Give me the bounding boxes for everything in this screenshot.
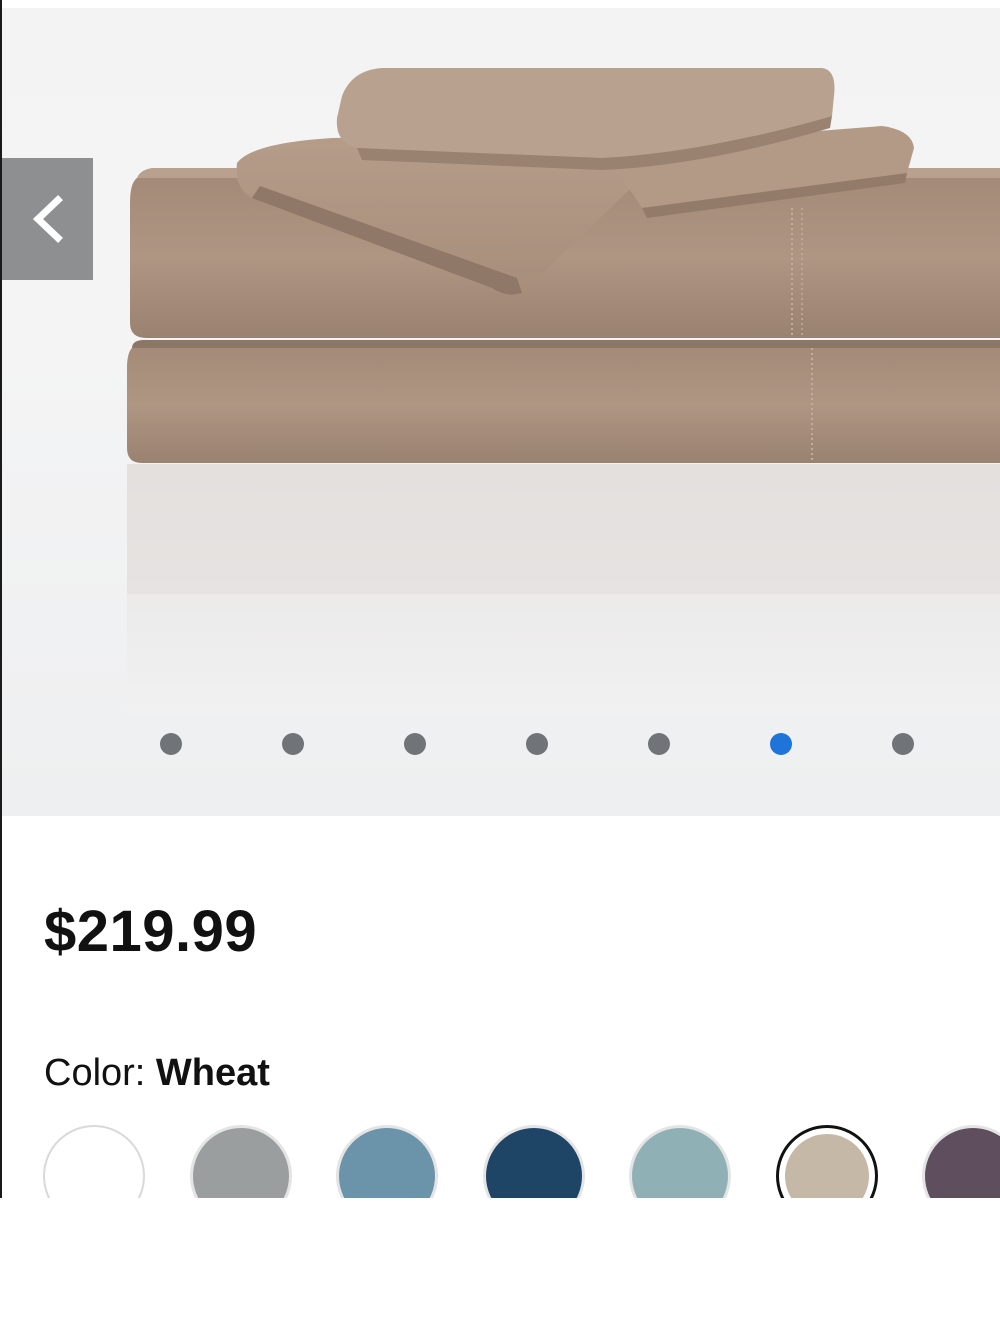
- color-swatch-gray[interactable]: [190, 1125, 292, 1198]
- pagination-dot[interactable]: [160, 733, 182, 755]
- pagination-dot[interactable]: [648, 733, 670, 755]
- pagination-dot[interactable]: [282, 733, 304, 755]
- pagination-dot[interactable]: [892, 733, 914, 755]
- pagination-dot[interactable]: [526, 733, 548, 755]
- product-image-gallery[interactable]: [2, 8, 1000, 816]
- color-swatch-white[interactable]: [43, 1125, 145, 1198]
- color-label: Color:: [44, 1052, 156, 1094]
- pagination-dot-active[interactable]: [770, 733, 792, 755]
- pagination-dot[interactable]: [404, 733, 426, 755]
- selected-color-name: Wheat: [155, 1052, 270, 1094]
- previous-image-button[interactable]: [2, 158, 93, 280]
- color-swatch-list: [0, 1125, 1000, 1198]
- color-selection-label: Color: Wheat: [44, 1052, 270, 1095]
- color-swatch-plum[interactable]: [922, 1125, 1000, 1198]
- color-swatch-wheat[interactable]: [776, 1125, 878, 1198]
- color-swatch-seafoam[interactable]: [629, 1125, 731, 1198]
- swatch-fill: [785, 1134, 869, 1198]
- chevron-left-icon: [32, 195, 63, 243]
- product-price: $219.99: [44, 899, 258, 964]
- product-page: $219.99 Color: Wheat: [0, 0, 1000, 1198]
- color-swatch-steel-blue[interactable]: [336, 1125, 438, 1198]
- gallery-pagination: [2, 733, 1000, 755]
- bed-sheet-set-image: [127, 68, 1000, 714]
- color-swatch-navy[interactable]: [483, 1125, 585, 1198]
